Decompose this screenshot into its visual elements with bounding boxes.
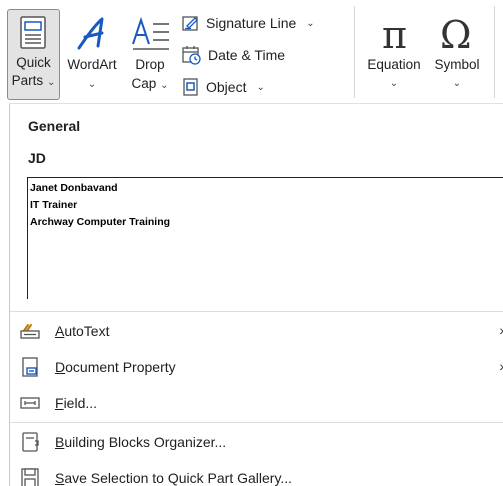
symbol-label: Symbol bbox=[434, 57, 480, 72]
chevron-down-icon: ⌄ bbox=[256, 81, 265, 93]
menu-item-save-selection[interactable]: Save Selection to Quick Part Gallery... bbox=[20, 465, 503, 486]
drop-cap-icon bbox=[131, 14, 171, 56]
chevron-down-icon: ⌄ bbox=[452, 78, 462, 89]
pi-icon: π bbox=[382, 13, 407, 57]
quick-parts-button[interactable]: Quick Parts ⌄ bbox=[7, 9, 60, 100]
signature-line-button[interactable]: Signature Line ⌄ bbox=[182, 12, 315, 34]
equation-label: Equation bbox=[367, 57, 421, 72]
menu-item-field[interactable]: Field... bbox=[20, 390, 503, 416]
save-selection-label: Save Selection to Quick Part Gallery... bbox=[55, 470, 293, 486]
date-time-button[interactable]: Date & Time bbox=[182, 44, 285, 66]
menu-divider bbox=[10, 422, 503, 423]
preview-line: Archway Computer Training bbox=[30, 216, 171, 228]
building-blocks-label: Building Blocks Organizer... bbox=[55, 434, 227, 450]
date-time-label: Date & Time bbox=[208, 47, 286, 63]
quick-parts-icon bbox=[18, 16, 50, 54]
wordart-icon bbox=[76, 16, 108, 56]
drop-cap-label-line1: Drop bbox=[135, 57, 165, 72]
chevron-right-icon: › bbox=[499, 322, 503, 338]
object-button[interactable]: Object ⌄ bbox=[182, 76, 265, 98]
chevron-down-icon: ⌄ bbox=[389, 78, 399, 89]
document-property-icon bbox=[20, 357, 40, 377]
document-property-label: Document Property bbox=[55, 359, 176, 375]
ribbon-divider bbox=[354, 6, 355, 98]
object-icon bbox=[183, 78, 198, 96]
field-label: Field... bbox=[55, 395, 98, 411]
quick-part-entry-name[interactable]: JD bbox=[28, 150, 46, 166]
equation-button[interactable]: π Equation ⌄ bbox=[360, 12, 428, 98]
quick-parts-dropdown: General JD Janet Donbavand IT Trainer Ar… bbox=[9, 103, 503, 486]
wordart-button[interactable]: WordArt ⌄ bbox=[62, 12, 122, 98]
object-label: Object bbox=[206, 79, 247, 95]
signature-line-label: Signature Line bbox=[206, 15, 297, 31]
quick-parts-label-line2: Parts ⌄ bbox=[11, 73, 56, 88]
menu-item-building-blocks-organizer[interactable]: Building Blocks Organizer... bbox=[20, 429, 503, 455]
gallery-section-title: General bbox=[28, 118, 81, 134]
signature-line-icon bbox=[182, 16, 198, 31]
chevron-down-icon: ⌄ bbox=[87, 79, 97, 90]
quick-part-preview[interactable]: Janet Donbavand IT Trainer Archway Compu… bbox=[27, 177, 503, 299]
building-blocks-icon bbox=[20, 432, 40, 452]
omega-icon: Ω bbox=[440, 13, 472, 57]
drop-cap-button[interactable]: Drop Cap ⌄ bbox=[125, 12, 175, 98]
preview-line: Janet Donbavand bbox=[30, 182, 118, 194]
quick-parts-label-line1: Quick bbox=[16, 55, 51, 70]
drop-cap-label-line2: Cap ⌄ bbox=[131, 76, 169, 91]
chevron-right-icon: › bbox=[499, 358, 503, 374]
menu-divider bbox=[10, 311, 503, 312]
autotext-icon bbox=[20, 322, 40, 340]
save-gallery-icon bbox=[20, 468, 40, 486]
chevron-down-icon: ⌄ bbox=[306, 17, 315, 29]
chevron-down-icon: ⌄ bbox=[160, 80, 169, 91]
ribbon-divider bbox=[494, 6, 495, 98]
wordart-label: WordArt bbox=[67, 57, 117, 72]
menu-item-document-property[interactable]: Document Property › bbox=[20, 354, 503, 380]
calendar-clock-icon bbox=[182, 46, 201, 65]
field-icon bbox=[20, 394, 40, 412]
autotext-label: AutoText bbox=[55, 323, 110, 339]
symbol-button[interactable]: Ω Symbol ⌄ bbox=[428, 12, 486, 98]
insert-ribbon: Quick Parts ⌄ WordArt ⌄ Drop Cap ⌄ Signa… bbox=[0, 0, 503, 103]
chevron-down-icon: ⌄ bbox=[46, 77, 56, 88]
preview-line: IT Trainer bbox=[30, 199, 78, 211]
menu-item-autotext[interactable]: AutoText › bbox=[20, 318, 503, 344]
